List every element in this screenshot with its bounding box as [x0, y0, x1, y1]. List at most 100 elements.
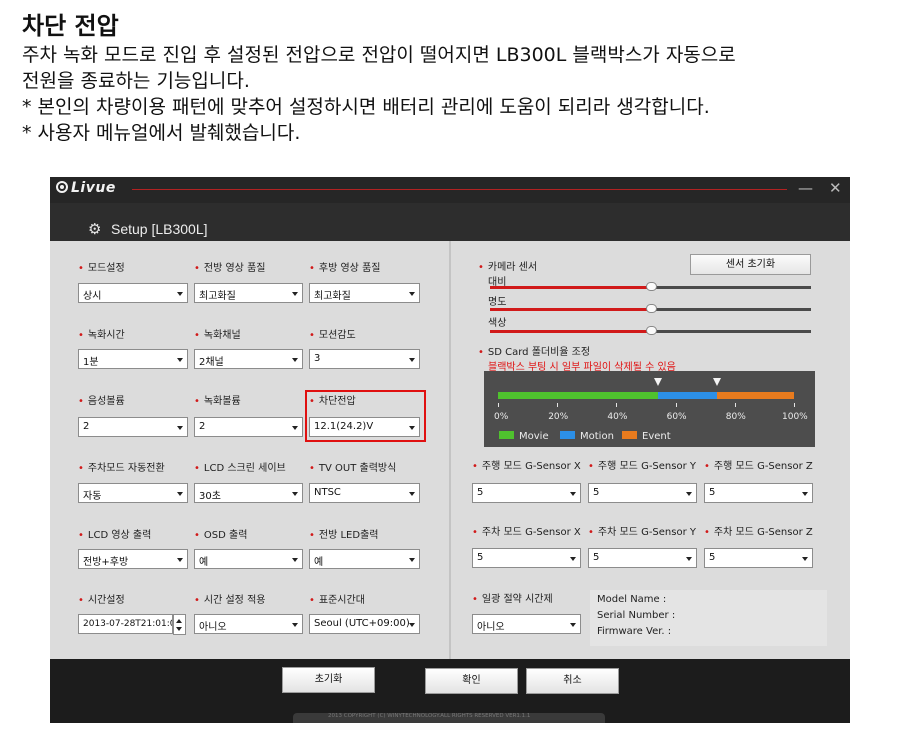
setting-dropdown[interactable]: 예: [309, 549, 420, 569]
chevron-down-icon: [292, 426, 298, 430]
reset-button[interactable]: 초기화: [282, 667, 375, 693]
setting-label: • 시간설정: [78, 595, 125, 606]
chevron-down-icon: [570, 557, 576, 561]
setting-dropdown[interactable]: 최고화질: [309, 283, 420, 303]
sensor-slider[interactable]: [490, 304, 811, 313]
setting-dropdown[interactable]: 2: [78, 417, 188, 437]
sd-tick-label: 100%: [782, 412, 808, 422]
device-info: Model Name : Serial Number : Firmware Ve…: [590, 590, 827, 646]
article-note: * 사용자 메뉴얼에서 발췌했습니다.: [22, 122, 301, 144]
chevron-down-icon: [177, 492, 183, 496]
setting-dropdown[interactable]: 전방+후방: [78, 549, 188, 569]
sd-tick: [734, 403, 736, 407]
chevron-down-icon: [409, 492, 415, 496]
gsensor-dropdown[interactable]: 5: [472, 548, 581, 568]
gsensor-label: • 주차 모드 G-Sensor Z: [704, 527, 813, 538]
setup-window: Livue — ✕ ⚙ Setup [LB300L] • 모드설정 상시 • 전방 영상…: [50, 177, 850, 723]
chevron-down-icon: [292, 558, 298, 562]
gsensor-dropdown[interactable]: 5: [588, 548, 697, 568]
daylight-label: • 일광 절약 시간제: [472, 594, 553, 605]
sensor-slider[interactable]: [490, 282, 811, 291]
close-button[interactable]: ✕: [829, 179, 842, 197]
app-logo: Livue: [56, 180, 116, 196]
cancel-button[interactable]: 취소: [526, 668, 619, 694]
sd-tick: [616, 403, 618, 407]
firmware-version: Firmware Ver. :: [597, 626, 672, 637]
sensor-slider[interactable]: [490, 326, 811, 335]
chevron-down-icon: [292, 358, 298, 362]
sd-segment: [717, 392, 794, 399]
gsensor-label: • 주행 모드 G-Sensor Y: [588, 461, 696, 472]
chevron-down-icon: [409, 292, 415, 296]
gsensor-dropdown[interactable]: 5: [472, 483, 581, 503]
chevron-down-icon: [802, 557, 808, 561]
gsensor-dropdown[interactable]: 5: [704, 483, 813, 503]
setting-dropdown[interactable]: 2: [194, 417, 303, 437]
setting-dropdown[interactable]: 1분: [78, 349, 188, 369]
sensor-reset-button[interactable]: 센서 초기화: [690, 254, 811, 275]
sd-tick: [794, 403, 795, 407]
sd-tick-label: 60%: [666, 412, 687, 422]
sd-ratio-marker[interactable]: [653, 378, 662, 386]
setting-label: • 모션감도: [309, 330, 356, 341]
title-bar[interactable]: Livue — ✕: [50, 177, 850, 203]
spinner-up-icon[interactable]: [176, 619, 182, 623]
setting-dropdown[interactable]: 최고화질: [194, 283, 303, 303]
setup-header: ⚙ Setup [LB300L]: [50, 203, 850, 241]
chevron-down-icon: [177, 558, 183, 562]
sd-ratio-label: • SD Card 폴더비율 조정: [478, 347, 591, 358]
gsensor-label: • 주행 모드 G-Sensor Z: [704, 461, 813, 472]
gsensor-dropdown[interactable]: 5: [588, 483, 697, 503]
time-input[interactable]: 2013-07-28T21:01:06: [78, 614, 173, 634]
chevron-down-icon: [177, 426, 183, 430]
setting-dropdown[interactable]: 자동: [78, 483, 188, 503]
gsensor-dropdown[interactable]: 5: [704, 548, 813, 568]
setting-label: • 후방 영상 품질: [309, 263, 381, 274]
serial-number: Serial Number :: [597, 610, 676, 621]
article-line: 주차 녹화 모드로 진입 후 설정된 전압으로 전압이 떨어지면 LB300L …: [22, 44, 736, 66]
gsensor-label: • 주행 모드 G-Sensor X: [472, 461, 581, 472]
time-spinner[interactable]: [173, 614, 186, 635]
setting-dropdown[interactable]: 3: [309, 349, 420, 369]
slider-fill: [490, 286, 651, 289]
slider-thumb[interactable]: [645, 282, 657, 291]
sd-segment: [657, 392, 718, 399]
article-note: * 본인의 차량이용 패턴에 맞추어 설정하시면 배터리 관리에 도움이 되리라…: [22, 96, 710, 118]
sd-tick: [557, 403, 559, 407]
setting-label: • 음성볼륨: [78, 396, 125, 407]
sd-ratio-marker[interactable]: [713, 378, 722, 386]
setting-dropdown[interactable]: 예: [194, 549, 303, 569]
setting-label: • 시간 설정 적용: [194, 595, 266, 606]
setting-dropdown[interactable]: 아니오: [194, 614, 303, 634]
setting-dropdown[interactable]: 상시: [78, 283, 188, 303]
power-ring-icon: [56, 181, 68, 193]
setting-dropdown[interactable]: 2채널: [194, 349, 303, 369]
ok-button[interactable]: 확인: [425, 668, 518, 694]
slider-fill: [490, 330, 651, 333]
slider-label: 명도: [488, 297, 507, 308]
sd-legend-item: Motion: [560, 431, 614, 442]
minimize-button[interactable]: —: [798, 179, 813, 197]
spinner-down-icon[interactable]: [176, 627, 182, 631]
chevron-down-icon: [570, 623, 576, 627]
slider-thumb[interactable]: [645, 326, 657, 335]
setting-label: • 녹화시간: [78, 330, 125, 341]
setting-dropdown[interactable]: NTSC: [309, 483, 420, 503]
model-name: Model Name :: [597, 594, 667, 605]
slider-thumb[interactable]: [645, 304, 657, 313]
sd-ratio-bar[interactable]: [498, 392, 794, 399]
slider-fill: [490, 308, 651, 311]
cutoff-voltage-highlight: [305, 390, 426, 442]
chevron-down-icon: [177, 292, 183, 296]
camera-sensor-label: • 카메라 센서: [478, 262, 538, 273]
chevron-down-icon: [409, 623, 415, 627]
setting-dropdown[interactable]: Seoul (UTC+09:00): [309, 614, 420, 634]
setting-label: • TV OUT 출력방식: [309, 463, 397, 474]
setting-dropdown[interactable]: 30초: [194, 483, 303, 503]
setup-title: Setup [LB300L]: [111, 221, 208, 237]
daylight-dropdown[interactable]: 아니오: [472, 614, 581, 634]
sd-tick-label: 0%: [494, 412, 509, 422]
chevron-down-icon: [409, 358, 415, 362]
chevron-down-icon: [686, 492, 692, 496]
setting-label: • 전방 영상 품질: [194, 263, 266, 274]
